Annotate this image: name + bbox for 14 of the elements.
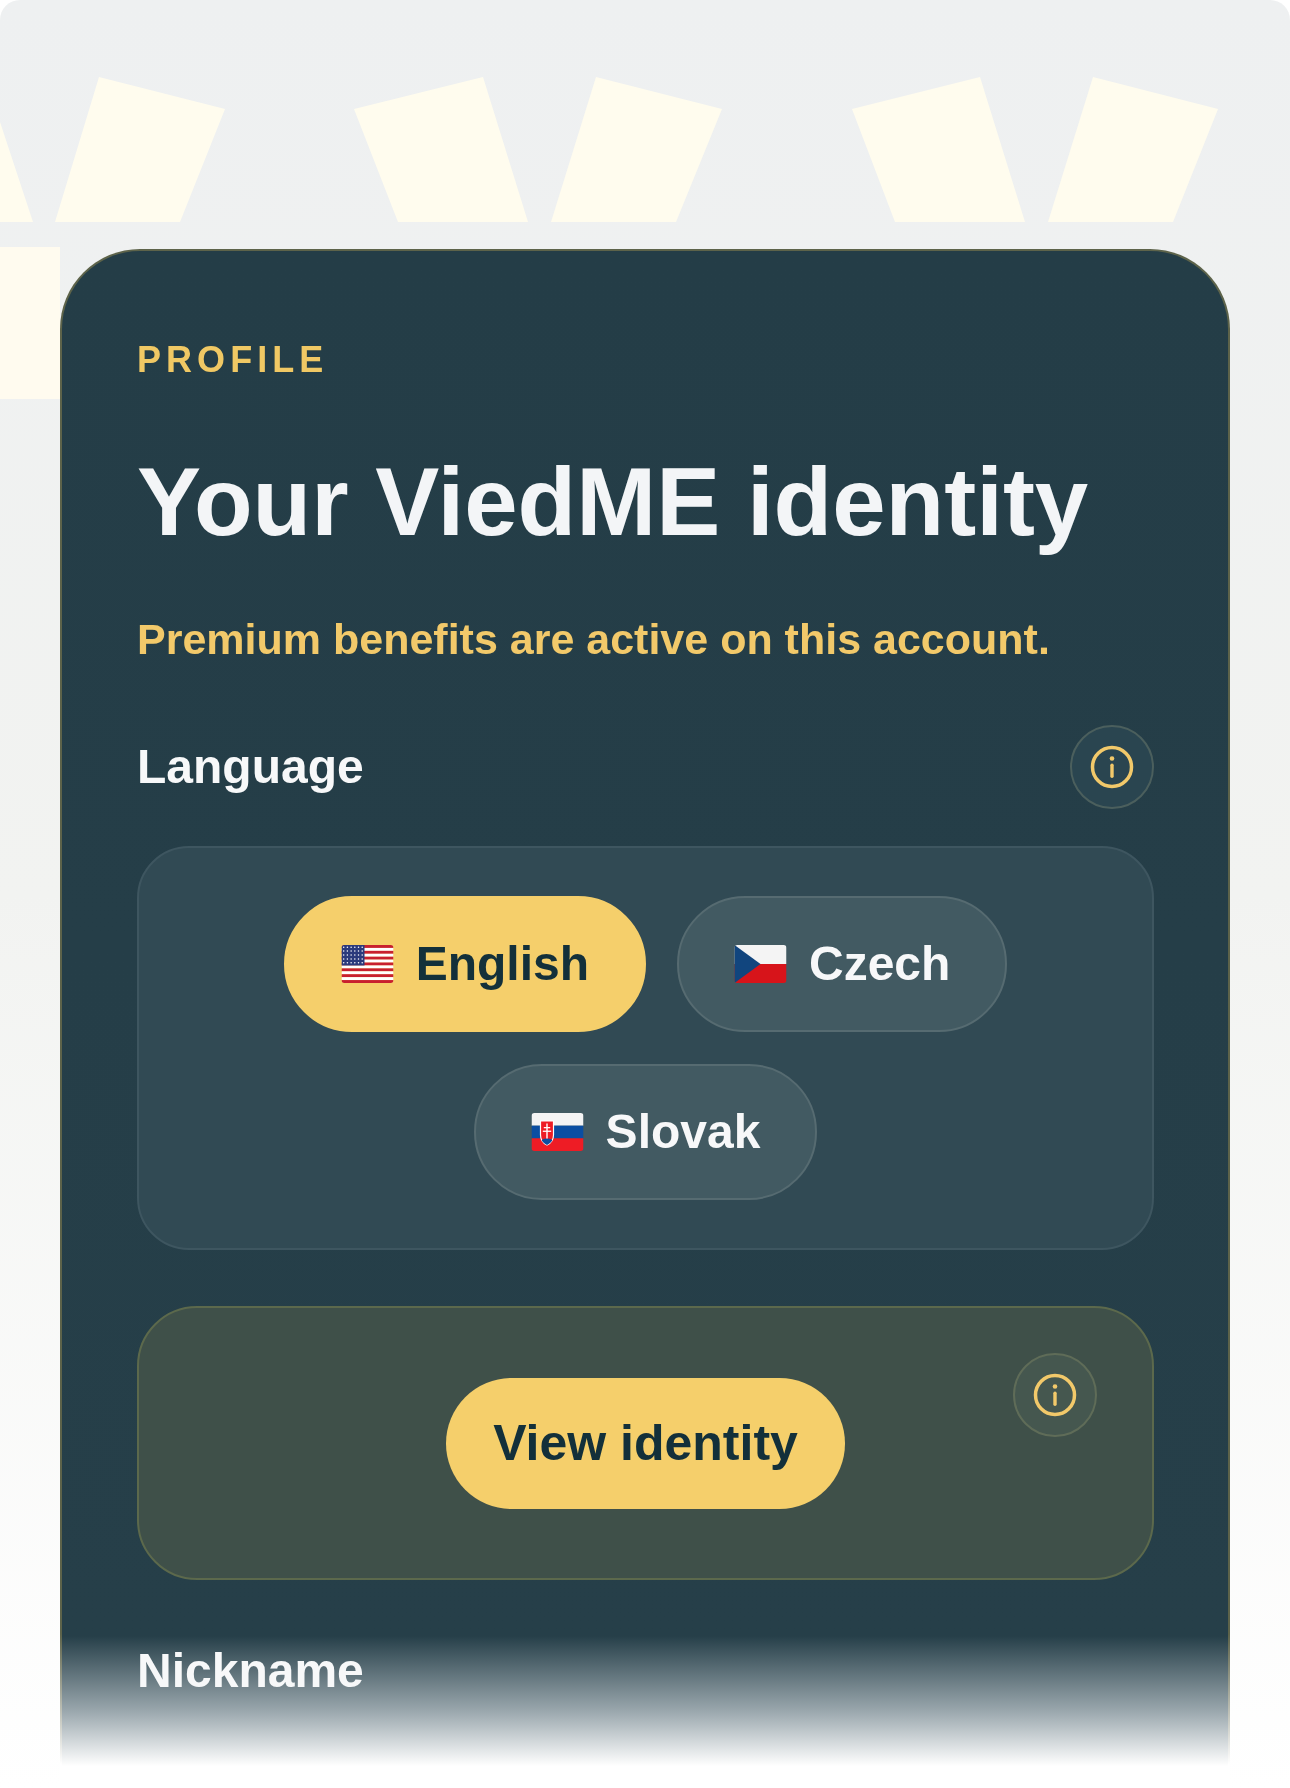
language-option[interactable]: English (283, 896, 646, 1033)
language-label: Language (137, 739, 364, 796)
view-identity-button[interactable]: View identity (446, 1377, 845, 1509)
info-icon (1090, 745, 1134, 790)
section-label: PROFILE (137, 342, 329, 378)
language-option[interactable]: Czech (677, 896, 1008, 1033)
us-flag-icon (340, 945, 394, 984)
nickname-label: Nickname (137, 1643, 364, 1700)
premium-status: Premium benefits are active on this account. (137, 618, 1050, 662)
info-icon (1033, 1373, 1077, 1418)
page-title: Your ViedME identity (137, 447, 1089, 557)
czech-flag-icon (734, 945, 787, 984)
language-option[interactable]: Slovak (473, 1064, 818, 1201)
slovak-flag-icon (530, 1113, 584, 1152)
